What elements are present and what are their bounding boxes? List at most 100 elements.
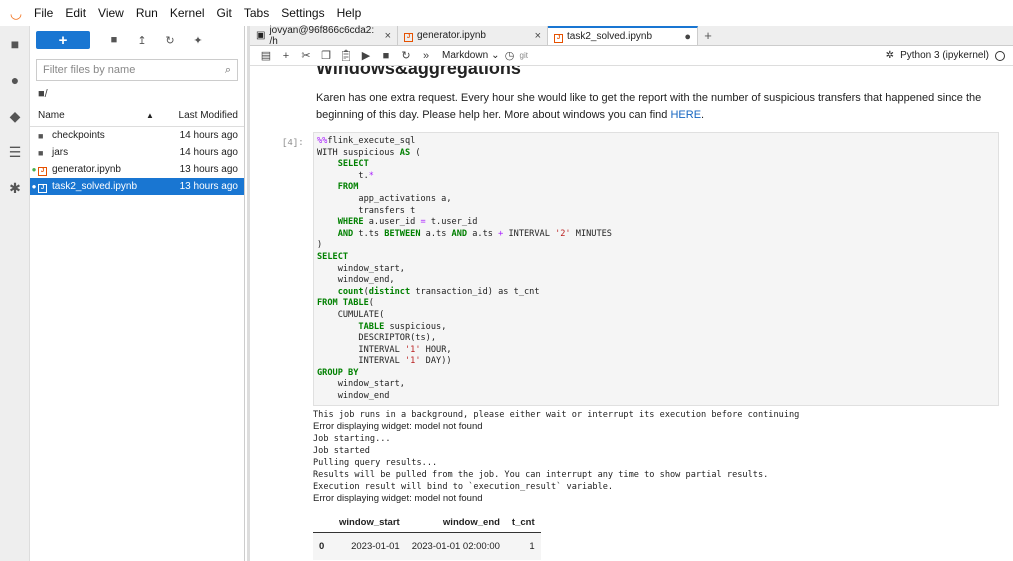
- cell-window-start: 2023-01-01: [351, 541, 400, 552]
- code-cell-editor[interactable]: %%flink_execute_sql WITH suspicious AS (…: [313, 132, 999, 406]
- menu-tabs[interactable]: Tabs: [238, 0, 275, 26]
- column-last-modified[interactable]: Last Modified: [176, 110, 238, 121]
- folder-icon[interactable]: ■: [0, 26, 30, 62]
- table-row: 0 2023-01-01 2023-01-01 02:00:00 1: [313, 532, 541, 560]
- breadcrumb: ■ /: [30, 83, 244, 105]
- new-launcher-button[interactable]: +: [36, 31, 90, 49]
- notebook-toolbar: ▤ + ✂ ❐ 📋︎ ▶ ■ ↻ » Markdown ⌄ ◷ git ✲ Py…: [250, 46, 1013, 66]
- here-link[interactable]: HERE: [670, 109, 701, 121]
- file-row-generator[interactable]: ● J generator.ipynb 13 hours ago: [30, 161, 244, 178]
- bug-icon[interactable]: ✲: [886, 50, 894, 61]
- run-icon[interactable]: ▶: [356, 49, 376, 62]
- add-tab-icon[interactable]: +: [698, 26, 718, 45]
- notebook-content: Windows&aggregations Karen has one extra…: [250, 66, 1013, 561]
- close-icon[interactable]: ×: [385, 30, 391, 42]
- refresh-icon[interactable]: ↻: [156, 30, 184, 50]
- column-header: t_cnt: [505, 513, 541, 533]
- kernel-idle-icon: [995, 50, 1005, 61]
- menu-settings[interactable]: Settings: [275, 0, 330, 26]
- tab-label: jovyan@96f866c6cda2: /h: [269, 24, 375, 47]
- menu-run[interactable]: Run: [130, 0, 164, 26]
- unsaved-dot-icon[interactable]: ●: [684, 31, 691, 43]
- notebook-icon: J: [38, 164, 52, 176]
- column-header: window_start: [333, 513, 406, 533]
- close-icon[interactable]: ×: [535, 30, 541, 42]
- git-label[interactable]: git: [520, 51, 528, 60]
- cell-type-select[interactable]: Markdown ⌄: [442, 50, 500, 61]
- run-all-icon[interactable]: »: [416, 50, 436, 62]
- file-name: jars: [52, 147, 69, 158]
- file-name: generator.ipynb: [52, 164, 121, 175]
- file-row-task2-solved[interactable]: ● J task2_solved.ipynb 13 hours ago: [30, 178, 244, 195]
- file-modified: 14 hours ago: [179, 130, 238, 141]
- file-modified: 13 hours ago: [179, 164, 238, 175]
- tab-generator[interactable]: J generator.ipynb ×: [398, 26, 548, 45]
- upload-icon[interactable]: ↥: [128, 30, 156, 50]
- file-modified: 13 hours ago: [179, 181, 238, 192]
- menu-kernel[interactable]: Kernel: [164, 0, 211, 26]
- jupyter-logo-icon: ◡: [9, 4, 23, 21]
- extension-icon[interactable]: ✱: [0, 170, 30, 206]
- main-area: ▣ jovyan@96f866c6cda2: /h × J generator.…: [247, 24, 1013, 561]
- notebook-icon: J: [38, 181, 52, 193]
- cell-prompt: [4]:: [282, 138, 304, 148]
- running-dot-icon: ●: [31, 165, 37, 174]
- paste-icon[interactable]: 📋︎: [336, 49, 356, 62]
- menu-view[interactable]: View: [92, 0, 130, 26]
- stop-icon[interactable]: ■: [376, 50, 396, 62]
- toc-icon[interactable]: ☰: [0, 134, 30, 170]
- file-name: checkpoints: [52, 130, 105, 141]
- cell-outputs: This job runs in a background, please ei…: [313, 409, 1003, 560]
- cut-icon[interactable]: ✂: [296, 49, 316, 62]
- output-log: Job starting... Job started Pulling quer…: [313, 434, 769, 492]
- kernel-status[interactable]: ✲ Python 3 (ipykernel): [886, 50, 1013, 61]
- widget-error: Error displaying widget: model not found: [313, 421, 483, 432]
- terminal-icon: ▣: [256, 30, 266, 41]
- result-table: window_start window_end t_cnt 0 2023-01-…: [313, 513, 541, 560]
- running-dot-icon: ●: [31, 182, 37, 191]
- save-icon[interactable]: ▤: [256, 49, 276, 62]
- notebook-heading: Windows&aggregations: [316, 66, 521, 78]
- tab-label: task2_solved.ipynb: [567, 31, 653, 42]
- search-icon: ⌕: [224, 63, 231, 76]
- menu-help[interactable]: Help: [331, 0, 368, 26]
- column-header: window_end: [405, 513, 506, 533]
- insert-cell-icon[interactable]: +: [276, 50, 296, 62]
- cell-type-value: Markdown: [442, 50, 489, 61]
- kernel-name: Python 3 (ipykernel): [900, 50, 989, 61]
- menu-git[interactable]: Git: [211, 0, 238, 26]
- menu-file[interactable]: File: [28, 0, 59, 26]
- restart-icon[interactable]: ↻: [396, 49, 416, 62]
- file-row-jars[interactable]: ■ jars 14 hours ago: [30, 144, 244, 161]
- column-name[interactable]: Name: [38, 110, 146, 121]
- file-filter-input[interactable]: [43, 64, 225, 76]
- menu-edit[interactable]: Edit: [59, 0, 92, 26]
- git-icon[interactable]: ◆: [0, 98, 30, 134]
- widget-error: Error displaying widget: model not found: [313, 493, 483, 504]
- menubar: ◡ File Edit View Run Kernel Git Tabs Set…: [0, 0, 1013, 26]
- file-browser-toolbar: + ■ ↥ ↻ ✦: [30, 26, 244, 50]
- file-row-checkpoints[interactable]: ■ checkpoints 14 hours ago: [30, 127, 244, 144]
- copy-icon[interactable]: ❐: [316, 49, 336, 62]
- markdown-cell: Karen has one extra request. Every hour …: [316, 92, 982, 121]
- folder-icon: ■: [38, 130, 44, 141]
- folder-icon: ■: [38, 147, 44, 158]
- new-folder-icon[interactable]: ■: [100, 30, 128, 50]
- file-filter: ⌕: [36, 59, 238, 81]
- breadcrumb-path[interactable]: /: [45, 88, 48, 100]
- file-name: task2_solved.ipynb: [52, 181, 138, 192]
- cell-t-cnt: 1: [529, 541, 535, 552]
- chevron-down-icon: ⌄: [491, 50, 500, 61]
- file-modified: 14 hours ago: [179, 147, 238, 158]
- tab-task2-solved[interactable]: J task2_solved.ipynb ●: [548, 26, 698, 45]
- markdown-text: Karen has one extra request. Every hour …: [316, 92, 982, 121]
- left-activity-bar: ■ ● ◆ ☰ ✱: [0, 26, 30, 561]
- home-folder-icon[interactable]: ■: [38, 88, 45, 100]
- tab-bar: ▣ jovyan@96f866c6cda2: /h × J generator.…: [250, 24, 1013, 47]
- output-stream: This job runs in a background, please ei…: [313, 410, 800, 420]
- clock-icon[interactable]: ◷: [500, 49, 520, 62]
- git-clone-icon[interactable]: ✦: [184, 30, 212, 50]
- tab-terminal[interactable]: ▣ jovyan@96f866c6cda2: /h ×: [250, 24, 398, 47]
- running-icon[interactable]: ●: [0, 62, 30, 98]
- notebook-icon: J: [554, 31, 563, 43]
